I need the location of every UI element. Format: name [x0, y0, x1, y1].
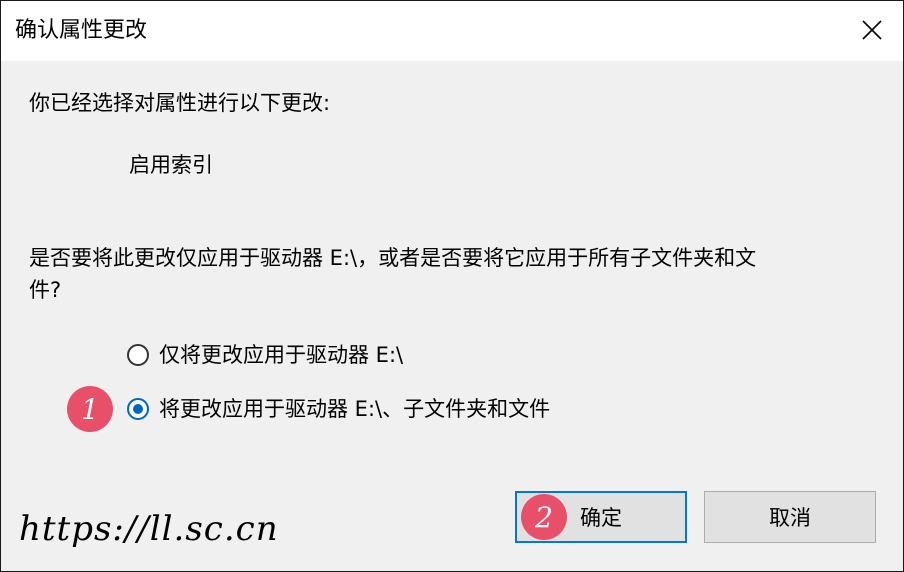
cancel-button[interactable]: 取消	[704, 491, 876, 543]
apply-question-line-1: 是否要将此更改仅应用于驱动器 E:\，或者是否要将它应用于所有子文件夹和文	[29, 246, 757, 270]
confirm-attribute-changes-dialog: 确认属性更改 你已经选择对属性进行以下更改: 启用索引 是否要将此更改仅应用于驱…	[0, 0, 904, 572]
apply-question-line-2: 件?	[29, 278, 62, 302]
radio-drive-only[interactable]	[127, 344, 149, 366]
dialog-title: 确认属性更改	[15, 18, 148, 43]
title-bar: 确认属性更改	[1, 1, 903, 61]
change-item: 启用索引	[129, 153, 213, 177]
radio-drive-subfolders-files[interactable]	[127, 398, 149, 420]
cancel-button-label: 取消	[769, 506, 811, 530]
option-drive-only-label: 仅将更改应用于驱动器 E:\	[159, 343, 404, 367]
option-drive-subfolders-files-label: 将更改应用于驱动器 E:\、子文件夹和文件	[159, 397, 551, 421]
intro-text: 你已经选择对属性进行以下更改:	[29, 91, 331, 115]
close-icon	[862, 20, 882, 40]
watermark-url: https://ll.sc.cn	[19, 509, 279, 549]
ok-button-label: 确定	[580, 506, 622, 530]
step-badge-1: 1	[67, 386, 113, 432]
close-button[interactable]	[841, 1, 903, 61]
step-badge-2: 2	[521, 494, 567, 540]
